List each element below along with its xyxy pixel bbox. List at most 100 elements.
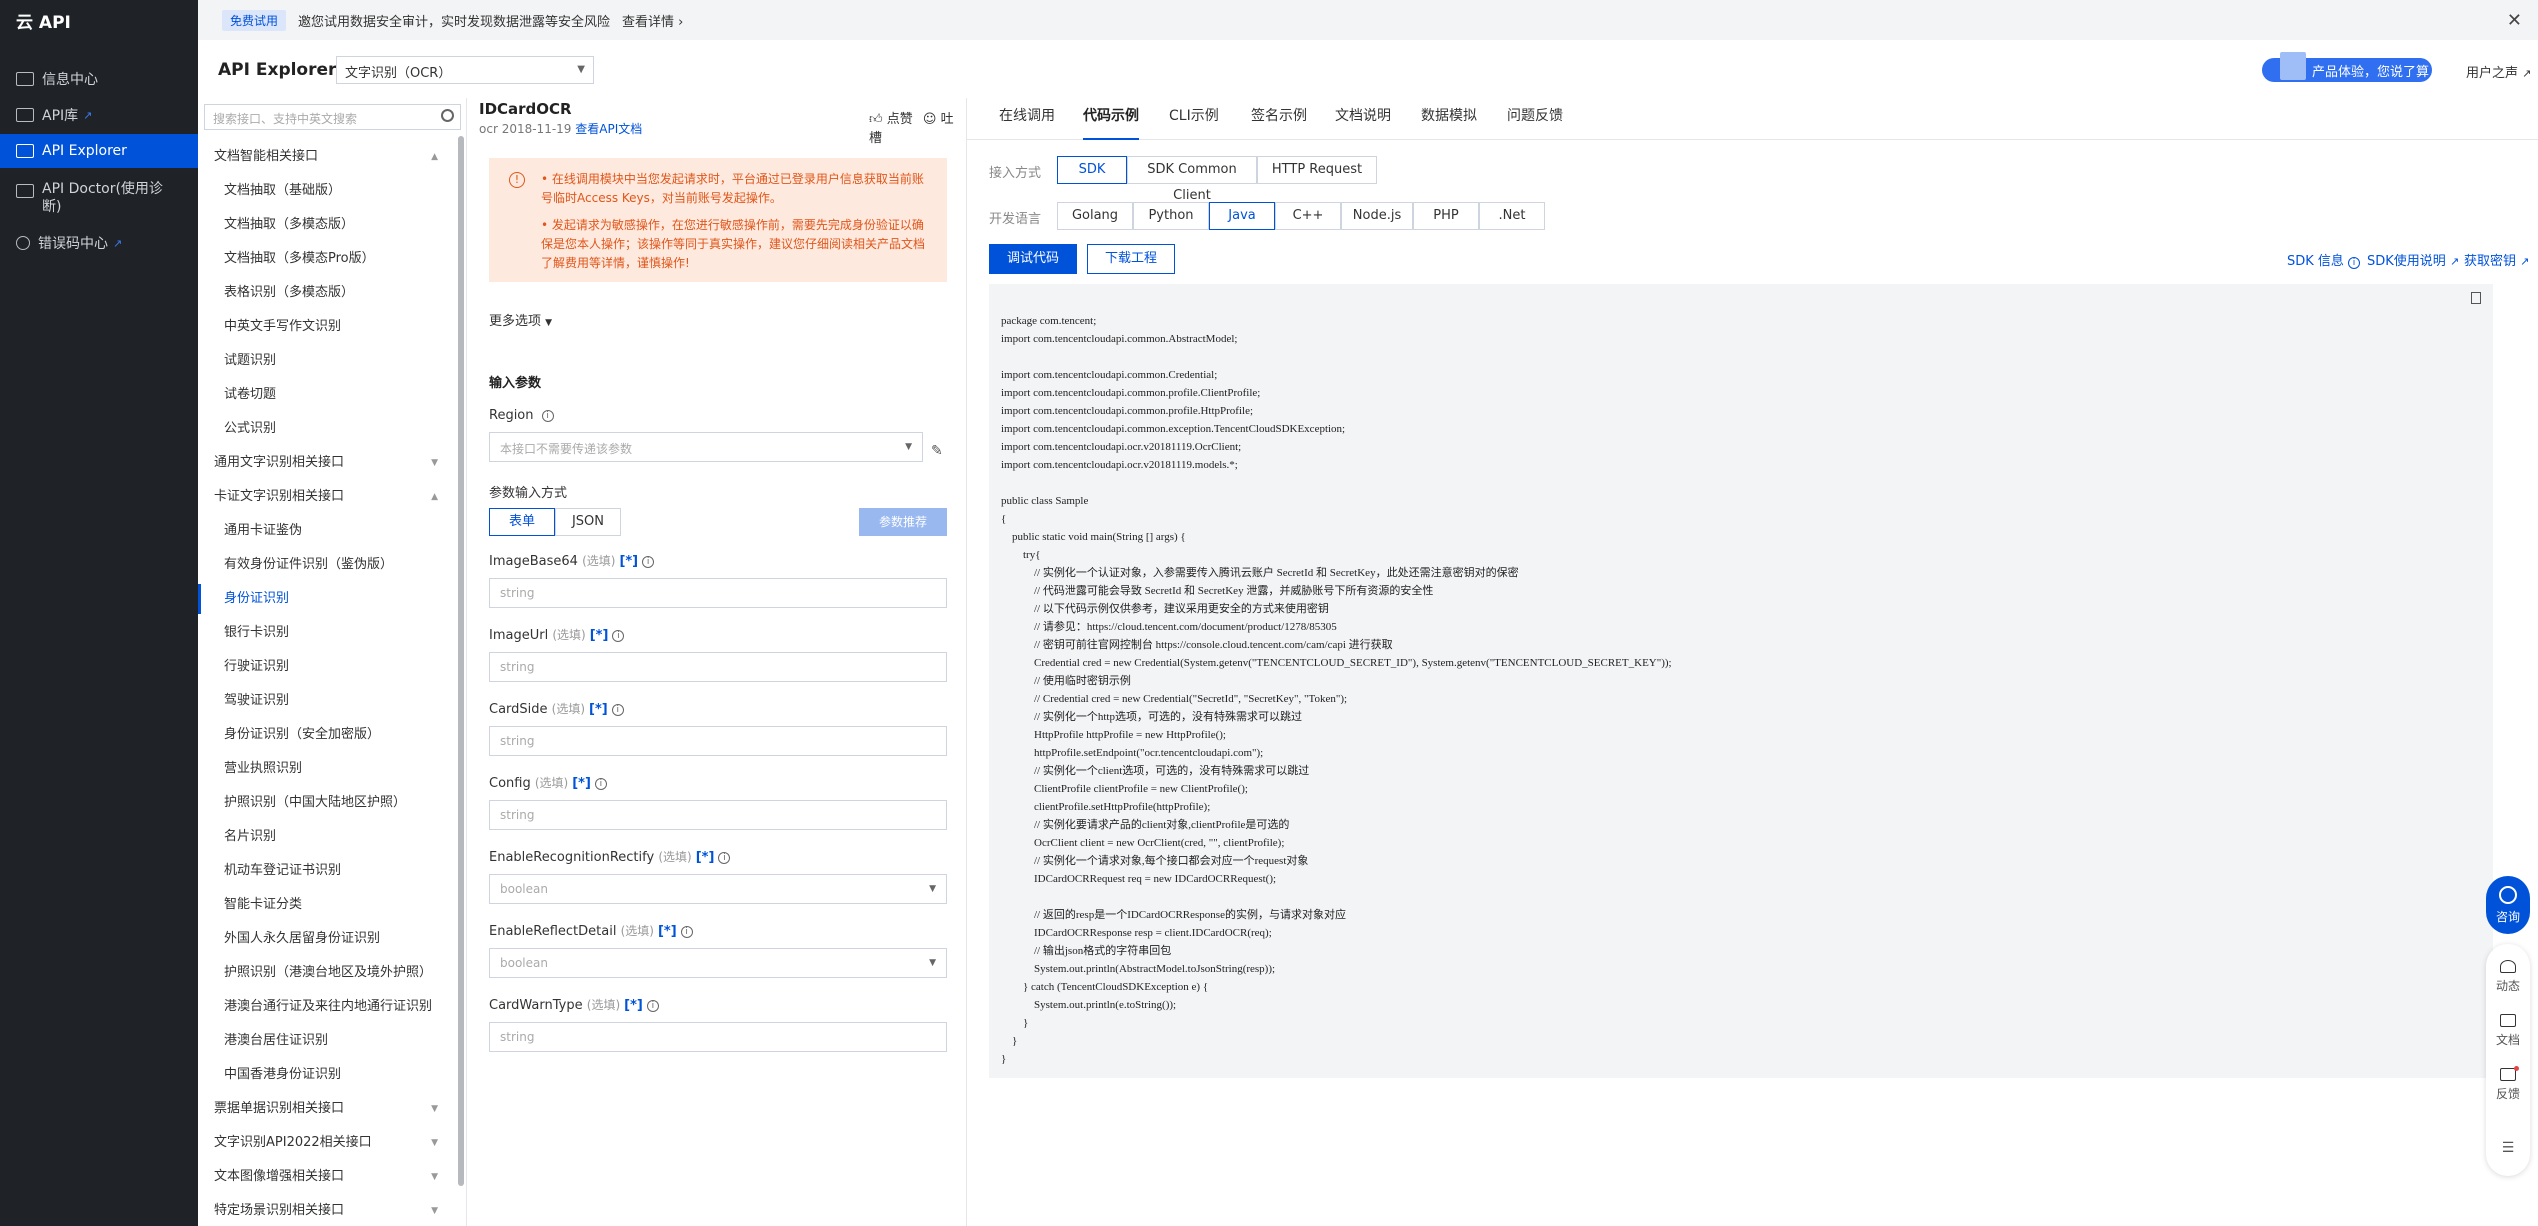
tree-item[interactable]: 机动车登记证书识别 <box>198 856 454 886</box>
param-input[interactable]: string <box>489 578 947 608</box>
access-option[interactable]: HTTP Request <box>1257 156 1377 184</box>
tree-item[interactable]: 有效身份证件识别（鉴伪版） <box>198 550 454 580</box>
tree-item[interactable]: 通用卡证鉴伪 <box>198 516 454 546</box>
docs-button[interactable]: 文档 <box>2486 1014 2530 1048</box>
like-button[interactable]: 点赞 <box>887 112 913 127</box>
language-option[interactable]: Golang <box>1057 202 1133 230</box>
param-input[interactable]: string <box>489 800 947 830</box>
get-key-link[interactable]: 获取密钥 ↗ <box>2464 250 2529 269</box>
tree-item[interactable]: 银行卡识别 <box>198 618 454 648</box>
region-select[interactable]: 本接口不需要传递该参数 ▼ <box>489 432 923 462</box>
sdk-info-link[interactable]: SDK 信息 i <box>2287 250 2361 269</box>
smile-icon[interactable]: ☺ <box>923 112 937 127</box>
api-doc-link[interactable]: 查看API文档 <box>575 122 642 136</box>
sdk-guide-link[interactable]: SDK使用说明 ↗ <box>2367 250 2459 269</box>
sidebar-item-api-explorer[interactable]: API Explorer <box>0 134 198 168</box>
menu-icon[interactable]: ☰ <box>2486 1140 2530 1156</box>
tree-item[interactable]: 身份证识别 <box>198 584 454 614</box>
info-icon[interactable]: i <box>612 629 625 642</box>
info-icon[interactable]: i <box>718 851 731 864</box>
code-tab[interactable]: 数据模拟 <box>1421 98 1477 140</box>
language-option[interactable]: Node.js <box>1341 202 1413 230</box>
mode-json-button[interactable]: JSON <box>555 508 621 536</box>
param-select[interactable]: boolean ▼ <box>489 874 947 904</box>
sidebar-item-api-doctor[interactable]: API Doctor(使用诊断) <box>0 176 198 220</box>
access-option[interactable]: SDK <box>1057 156 1127 184</box>
code-block[interactable]: package com.tencent; import com.tencentc… <box>989 284 2493 1078</box>
tree-item[interactable]: 中英文手写作文识别 <box>198 312 454 342</box>
info-icon[interactable]: i <box>642 555 655 568</box>
tree-group[interactable]: 卡证文字识别相关接口 ▲ <box>198 482 454 512</box>
code-tab[interactable]: 代码示例 <box>1083 98 1139 140</box>
sidebar-item-error-code[interactable]: 错误码中心 ↗ <box>0 226 198 260</box>
tree-item[interactable]: 行驶证识别 <box>198 652 454 682</box>
language-option[interactable]: C++ <box>1275 202 1341 230</box>
thumbs-up-icon[interactable]: 👍︎ <box>869 112 883 127</box>
close-icon[interactable]: ✕ <box>2507 10 2522 31</box>
tree-group[interactable]: 特定场景识别相关接口 ▼ <box>198 1196 454 1226</box>
tree-item[interactable]: 港澳台通行证及来往内地通行证识别 <box>198 992 454 1022</box>
mode-form-button[interactable]: 表单 <box>489 508 555 536</box>
user-voice-link[interactable]: 用户之声 ↗ <box>2466 62 2531 81</box>
search-icon[interactable] <box>441 109 454 122</box>
param-input[interactable]: string <box>489 1022 947 1052</box>
api-search-input[interactable]: 搜索接口、支持中英文搜索 <box>204 104 461 130</box>
language-option[interactable]: PHP <box>1413 202 1479 230</box>
tree-item[interactable]: 中国香港身份证识别 <box>198 1060 454 1090</box>
info-icon[interactable]: i <box>541 409 554 422</box>
tree-item[interactable]: 文档抽取（多模态Pro版） <box>198 244 454 274</box>
tree-item[interactable]: 智能卡证分类 <box>198 890 454 920</box>
edit-icon[interactable]: ✎ <box>931 443 943 459</box>
sidebar-item-info-center[interactable]: 信息中心 <box>0 62 198 96</box>
access-option[interactable]: SDK Common Client <box>1127 156 1257 203</box>
info-icon[interactable]: i <box>611 703 624 716</box>
code-tab[interactable]: 在线调用 <box>999 98 1055 140</box>
debug-code-button[interactable]: 调试代码 <box>989 244 1077 274</box>
tree-item[interactable]: 护照识别（中国大陆地区护照） <box>198 788 454 818</box>
download-project-button[interactable]: 下载工程 <box>1087 244 1175 274</box>
feedback-button[interactable]: 反馈 <box>2486 1066 2530 1102</box>
tree-item[interactable]: 试题识别 <box>198 346 454 376</box>
more-options-toggle[interactable]: 更多选项 ▼ <box>489 310 552 329</box>
tree-item[interactable]: 护照识别（港澳台地区及境外护照） <box>198 958 454 988</box>
tree-scrollbar[interactable] <box>458 136 464 1186</box>
info-icon[interactable]: i <box>680 925 693 938</box>
code-tab[interactable]: 问题反馈 <box>1507 98 1563 140</box>
feedback-promo-button[interactable]: 产品体验，您说了算 <box>2262 52 2432 82</box>
tree-item[interactable]: 公式识别 <box>198 414 454 444</box>
language-option[interactable]: .Net <box>1479 202 1545 230</box>
tree-item[interactable]: 试卷切题 <box>198 380 454 410</box>
code-tab[interactable]: CLI示例 <box>1169 98 1219 140</box>
tree-item[interactable]: 港澳台居住证识别 <box>198 1026 454 1056</box>
tree-group[interactable]: 文字识别API2022相关接口 ▼ <box>198 1128 454 1158</box>
sidebar-item-api-library[interactable]: API库 ↗ <box>0 98 198 132</box>
info-icon[interactable]: i <box>594 777 607 790</box>
tree-item[interactable]: 文档抽取（多模态版） <box>198 210 454 240</box>
tree-item[interactable]: 营业执照识别 <box>198 754 454 784</box>
consult-button[interactable]: 咨询 <box>2486 876 2530 934</box>
code-source[interactable]: package com.tencent; import com.tencentc… <box>1001 312 1672 1068</box>
param-select[interactable]: boolean ▼ <box>489 948 947 978</box>
tree-item[interactable]: 表格识别（多模态版） <box>198 278 454 308</box>
info-icon[interactable]: i <box>646 999 659 1012</box>
param-input[interactable]: string <box>489 726 947 756</box>
tree-group[interactable]: 文本图像增强相关接口 ▼ <box>198 1162 454 1192</box>
tree-item[interactable]: 文档抽取（基础版） <box>198 176 454 206</box>
param-recommend-button[interactable]: 参数推荐 <box>859 508 947 536</box>
product-select[interactable]: 文字识别（OCR） ▼ <box>336 56 594 84</box>
code-tab[interactable]: 签名示例 <box>1251 98 1307 140</box>
news-button[interactable]: 动态 <box>2486 960 2530 994</box>
language-option[interactable]: Java <box>1209 202 1275 230</box>
code-tab[interactable]: 文档说明 <box>1335 98 1391 140</box>
tree-item[interactable]: 名片识别 <box>198 822 454 852</box>
tree-item[interactable]: 驾驶证识别 <box>198 686 454 716</box>
tree-group[interactable]: 通用文字识别相关接口 ▼ <box>198 448 454 478</box>
tree-group[interactable]: 文档智能相关接口 ▲ <box>198 142 454 172</box>
tree-item[interactable]: 身份证识别（安全加密版） <box>198 720 454 750</box>
language-option[interactable]: Python <box>1133 202 1209 230</box>
tree-item[interactable]: 外国人永久居留身份证识别 <box>198 924 454 954</box>
copy-icon[interactable] <box>2471 292 2481 304</box>
banner-details-link[interactable]: 查看详情 › <box>622 11 683 30</box>
tree-group[interactable]: 票据单据识别相关接口 ▼ <box>198 1094 454 1124</box>
brand-logo[interactable]: 云 API <box>16 8 71 33</box>
